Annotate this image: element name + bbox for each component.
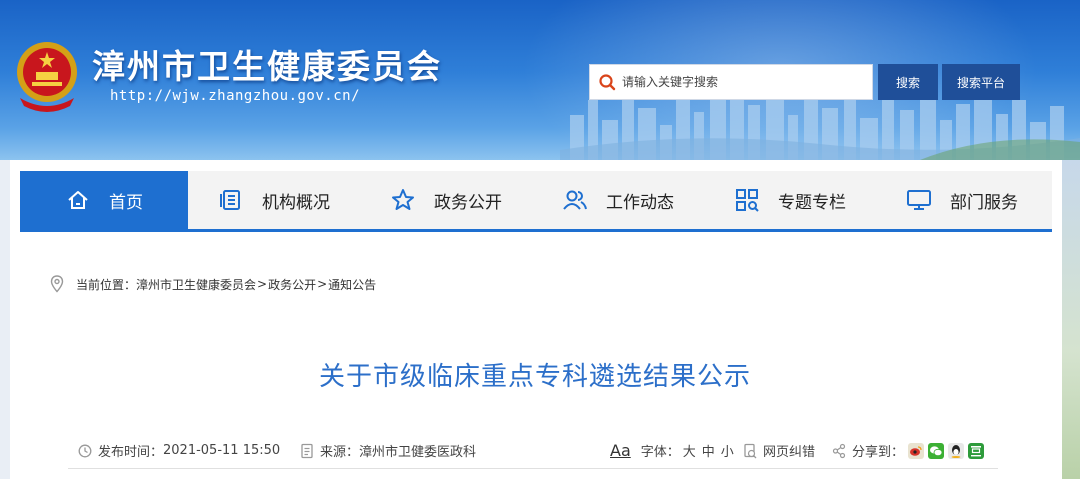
document-icon (301, 443, 313, 458)
publish-time-value: 2021-05-11 15:50 (163, 443, 281, 458)
share-bar: 分享到： (832, 441, 985, 460)
font-size-icon: Aa (610, 441, 631, 460)
document-list-icon (220, 190, 240, 210)
wechat-share-icon[interactable] (928, 442, 945, 459)
correction-label: 网页纠错 (763, 445, 816, 460)
source-value: 漳州市卫健委医政科 (359, 445, 477, 460)
font-size-control: Aa 字体： 大 中 小 (610, 441, 737, 460)
weibo-share-icon[interactable] (908, 442, 925, 459)
search-platform-button[interactable]: 搜索平台 (942, 64, 1020, 100)
font-size-small-button[interactable]: 小 (721, 441, 734, 460)
nav-label-overview: 机构概况 (262, 192, 330, 213)
breadcrumb-link-home[interactable]: 漳州市卫生健康委员会 (136, 276, 256, 293)
search-box (589, 64, 873, 100)
breadcrumb-separator: > (257, 277, 268, 291)
search-button[interactable]: 搜索 (878, 64, 938, 100)
nav-item-overview[interactable]: 机构概况 (188, 171, 360, 229)
nav-label-special-topics: 专题专栏 (778, 192, 846, 213)
nav-item-public-affairs[interactable]: 政务公开 (360, 171, 532, 229)
qq-share-icon[interactable] (948, 442, 965, 459)
search-input[interactable] (620, 74, 864, 90)
meta-divider (68, 468, 998, 469)
search-icon (599, 74, 616, 91)
star-icon (392, 189, 414, 210)
font-size-medium-button[interactable]: 中 (702, 441, 715, 460)
article-meta: 发布时间： 2021-05-11 15:50 来源： 漳州市卫健委医政科 Aa … (78, 441, 998, 463)
correction-link[interactable]: 网页纠错 (743, 441, 815, 460)
publish-label: 发布时间： (98, 445, 164, 460)
nav-label-home: 首页 (109, 192, 143, 213)
source-label: 来源： (320, 445, 360, 460)
page-edit-icon (744, 443, 757, 458)
font-size-large-button[interactable]: 大 (683, 441, 696, 460)
share-icon (832, 443, 846, 458)
users-icon (563, 190, 587, 210)
article-source: 来源： 漳州市卫健委医政科 (300, 441, 476, 460)
nav-label-public-affairs: 政务公开 (434, 192, 502, 213)
nav-label-work-news: 工作动态 (606, 192, 674, 213)
monitor-icon (907, 190, 931, 210)
breadcrumb-link-public-affairs[interactable]: 政务公开 (268, 276, 316, 293)
background-strip (1062, 160, 1080, 479)
share-label: 分享到： (852, 445, 905, 460)
font-label: 字体： (640, 445, 680, 460)
publish-time: 发布时间： 2021-05-11 15:50 (78, 441, 280, 460)
nav-item-work-news[interactable]: 工作动态 (532, 171, 704, 229)
main-nav: 首页 机构概况 政务公开 工作动态 专题专栏 部门服务 (20, 171, 1052, 232)
breadcrumb: 当前位置： 漳州市卫生健康委员会 > 政务公开 > 通知公告 (50, 275, 376, 293)
header-banner: 漳州市卫生健康委员会 http://wjw.zhangzhou.gov.cn/ … (0, 0, 1080, 160)
home-icon (68, 191, 88, 209)
nav-item-home[interactable]: 首页 (20, 171, 188, 229)
grid-search-icon (736, 189, 759, 212)
breadcrumb-separator: > (317, 277, 328, 291)
site-title[interactable]: 漳州市卫生健康委员会 (92, 40, 442, 88)
nav-item-special-topics[interactable]: 专题专栏 (704, 171, 876, 229)
national-emblem-icon (17, 42, 77, 112)
nav-label-dept-services: 部门服务 (950, 192, 1018, 213)
douban-share-icon[interactable] (968, 442, 985, 459)
breadcrumb-prefix: 当前位置： (76, 277, 137, 292)
clock-icon (78, 444, 92, 457)
site-url: http://wjw.zhangzhou.gov.cn/ (110, 88, 361, 104)
nav-item-dept-services[interactable]: 部门服务 (876, 171, 1048, 229)
location-pin-icon (50, 275, 64, 293)
article-title: 关于市级临床重点专科遴选结果公示 (318, 362, 751, 392)
breadcrumb-link-notices[interactable]: 通知公告 (328, 276, 376, 293)
